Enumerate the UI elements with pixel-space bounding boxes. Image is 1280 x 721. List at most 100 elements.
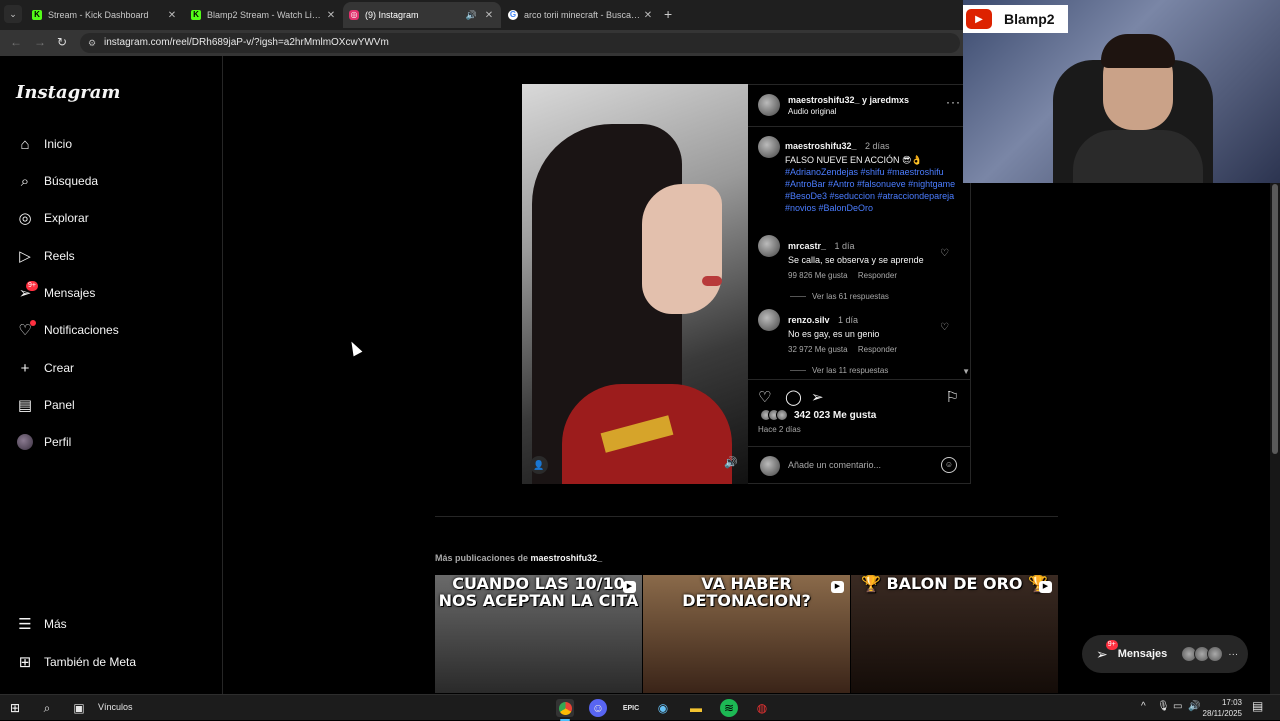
caption-avatar[interactable] <box>758 136 780 158</box>
comment-like-heart-icon[interactable]: ♡ <box>940 248 949 259</box>
comment-avatar[interactable] <box>758 309 780 331</box>
sidebar-item-busqueda[interactable]: ⌕ Búsqueda <box>16 169 98 193</box>
windows-start-icon[interactable]: ⊞ <box>6 699 24 717</box>
comment-like-heart-icon[interactable]: ♡ <box>940 322 949 333</box>
view-replies-button[interactable]: Ver las 61 respuestas <box>790 292 938 301</box>
reel-icon: ▶ <box>1039 581 1052 593</box>
comment-username[interactable]: mrcastr_ <box>788 241 826 251</box>
close-tab-icon[interactable]: ✕ <box>483 10 495 21</box>
obs-icon[interactable]: ◍ <box>753 699 771 717</box>
forward-arrow-icon[interactable]: → <box>34 35 46 49</box>
close-tab-icon[interactable]: ✕ <box>166 10 178 21</box>
audio-playing-icon[interactable]: 🔊 <box>466 10 477 21</box>
tagged-users-icon[interactable]: 👤 <box>530 456 548 474</box>
sidebar-item-notificaciones[interactable]: ♡ Notificaciones <box>16 318 119 342</box>
emoji-icon[interactable]: ☺ <box>941 457 957 473</box>
dashboard-icon: ▤ <box>17 397 33 414</box>
avatar <box>776 409 788 421</box>
comments-scroll-down-icon[interactable]: ▼ <box>962 367 970 376</box>
likes-count[interactable]: 342 023 Me gusta <box>794 410 876 421</box>
sidebar-item-inicio[interactable]: ⌂ Inicio <box>16 132 72 156</box>
comment-input[interactable]: Añade un comentario... <box>788 460 881 470</box>
clock[interactable]: 17:03 28/11/2025 <box>1203 697 1242 719</box>
url-bar[interactable]: ⚙ instagram.com/reel/DRh689jaP-v/?igsh=a… <box>80 33 960 53</box>
scrollbar-thumb[interactable] <box>1272 184 1278 454</box>
more-post-thumbnail[interactable]: 🏆 BALON DE ORO 🏆 ▶ <box>851 575 1058 693</box>
sidebar-item-perfil[interactable]: Perfil <box>16 430 71 454</box>
sidebar-item-tambien-de-meta[interactable]: ⊞ También de Meta <box>16 650 136 674</box>
reel-video[interactable]: 👤 🔊 <box>522 84 748 484</box>
more-options-icon[interactable]: ··· <box>946 95 961 109</box>
comment-avatar[interactable] <box>758 235 780 257</box>
more-post-thumbnail[interactable]: VA HABER DETONACION? ▶ <box>643 575 850 693</box>
browser-tab-google[interactable]: G arco torii minecraft - Buscar con Goog… <box>502 2 660 28</box>
tray-chevron-icon[interactable]: ^ <box>1141 701 1146 712</box>
sidebar-item-label: Explorar <box>44 211 89 225</box>
browser-tab-kick-dashboard[interactable]: K Stream - Kick Dashboard ✕ <box>26 2 184 28</box>
comment-likes[interactable]: 99 826 Me gusta <box>788 271 848 280</box>
close-tab-icon[interactable]: ✕ <box>642 10 654 21</box>
reply-button[interactable]: Responder <box>858 271 897 280</box>
sidebar-item-reels[interactable]: ▷ Reels <box>16 244 75 268</box>
like-heart-icon[interactable]: ♡ <box>758 388 771 406</box>
sidebar-item-explorar[interactable]: ◎ Explorar <box>16 206 89 230</box>
back-arrow-icon[interactable]: ← <box>10 35 22 49</box>
tab-search-button[interactable]: ⌄ <box>4 5 22 23</box>
discord-icon[interactable]: ☺ <box>589 699 607 717</box>
file-explorer-icon[interactable]: ▬ <box>687 699 705 717</box>
chrome-icon[interactable] <box>556 699 574 717</box>
search-icon[interactable]: ⌕ <box>38 699 56 717</box>
microphone-icon[interactable]: 🎙 <box>1157 701 1170 712</box>
youtube-icon: ▶ <box>966 9 992 29</box>
comment-time: 1 día <box>837 315 858 325</box>
volume-icon[interactable]: 🔊 <box>1188 701 1200 712</box>
taskbar-links-label[interactable]: Vínculos <box>98 702 133 712</box>
epic-games-icon[interactable]: EPIC <box>622 699 640 717</box>
messages-pill[interactable]: ➢ 9+ Mensajes ··· <box>1082 635 1248 673</box>
sidebar-item-label: Notificaciones <box>44 323 119 337</box>
add-comment-bar: Añade un comentario... ☺ <box>748 446 971 486</box>
reels-icon: ▷ <box>19 248 31 265</box>
caption-hashtags[interactable]: #AdrianoZendejas #shifu #maestroshifu #A… <box>785 166 963 214</box>
more-post-thumbnail[interactable]: CUANDO LAS 10/10 NOS ACEPTAN LA CITA ▶ <box>435 575 642 693</box>
close-tab-icon[interactable]: ✕ <box>325 10 337 21</box>
caption-username[interactable]: maestroshifu32_ <box>785 141 857 151</box>
notification-center-icon[interactable]: ▤ <box>1252 699 1263 713</box>
url-text: instagram.com/reel/DRh689jaP-v/?igsh=a2h… <box>104 37 389 48</box>
bookmark-icon[interactable]: ⚐ <box>946 388 959 406</box>
webcam-hair <box>1101 34 1175 68</box>
more-publications-user[interactable]: maestroshifu32_ <box>531 553 603 563</box>
post-time: Hace 2 días <box>758 425 801 434</box>
reel-icon: ▶ <box>623 581 636 593</box>
menu-icon: ☰ <box>18 616 32 633</box>
browser-tab-kick-stream[interactable]: K Blamp2 Stream - Watch Live on Kick ✕ <box>185 2 343 28</box>
reload-icon[interactable]: ↻ <box>57 35 67 49</box>
spotify-icon[interactable]: ≋ <box>720 699 738 717</box>
post-author-names[interactable]: maestroshifu32_ y jaredmxs <box>788 95 909 105</box>
task-view-icon[interactable]: ▣ <box>70 699 88 717</box>
reply-button[interactable]: Responder <box>858 345 897 354</box>
browser-tab-instagram[interactable]: ◎ (9) Instagram 🔊 ✕ <box>343 2 501 28</box>
sidebar-item-crear[interactable]: + Crear <box>16 356 74 380</box>
new-tab-button[interactable]: + <box>664 6 672 22</box>
comment-username[interactable]: renzo.silv <box>788 315 830 325</box>
sidebar-item-panel[interactable]: ▤ Panel <box>16 393 75 417</box>
instagram-logo[interactable]: Instagram <box>16 82 120 103</box>
author-avatar[interactable] <box>758 94 780 116</box>
comment-likes[interactable]: 32 972 Me gusta <box>788 345 848 354</box>
site-info-icon[interactable]: ⚙ <box>88 33 96 53</box>
volume-icon[interactable]: 🔊 <box>724 456 738 469</box>
messenger-icon: ➢ 9+ <box>16 281 38 302</box>
comments-list: maestroshifu32_ 2 días FALSO NUEVE EN AC… <box>748 128 971 378</box>
post-audio-label[interactable]: Audio original <box>788 107 836 116</box>
sidebar-item-label: Reels <box>44 249 75 263</box>
message-count-badge: 9+ <box>26 281 38 291</box>
network-icon[interactable]: ▭ <box>1173 701 1182 712</box>
sidebar-item-mensajes[interactable]: ➢ 9+ Mensajes <box>16 281 95 305</box>
share-icon[interactable]: ➢ <box>811 388 824 406</box>
comment-bubble-icon[interactable]: ◯ <box>785 388 802 406</box>
steam-icon[interactable]: ◉ <box>654 699 672 717</box>
post-panel: maestroshifu32_ y jaredmxs Audio origina… <box>748 84 971 484</box>
sidebar-item-mas[interactable]: ☰ Más <box>16 612 66 636</box>
view-replies-button[interactable]: Ver las 11 respuestas <box>790 366 938 375</box>
